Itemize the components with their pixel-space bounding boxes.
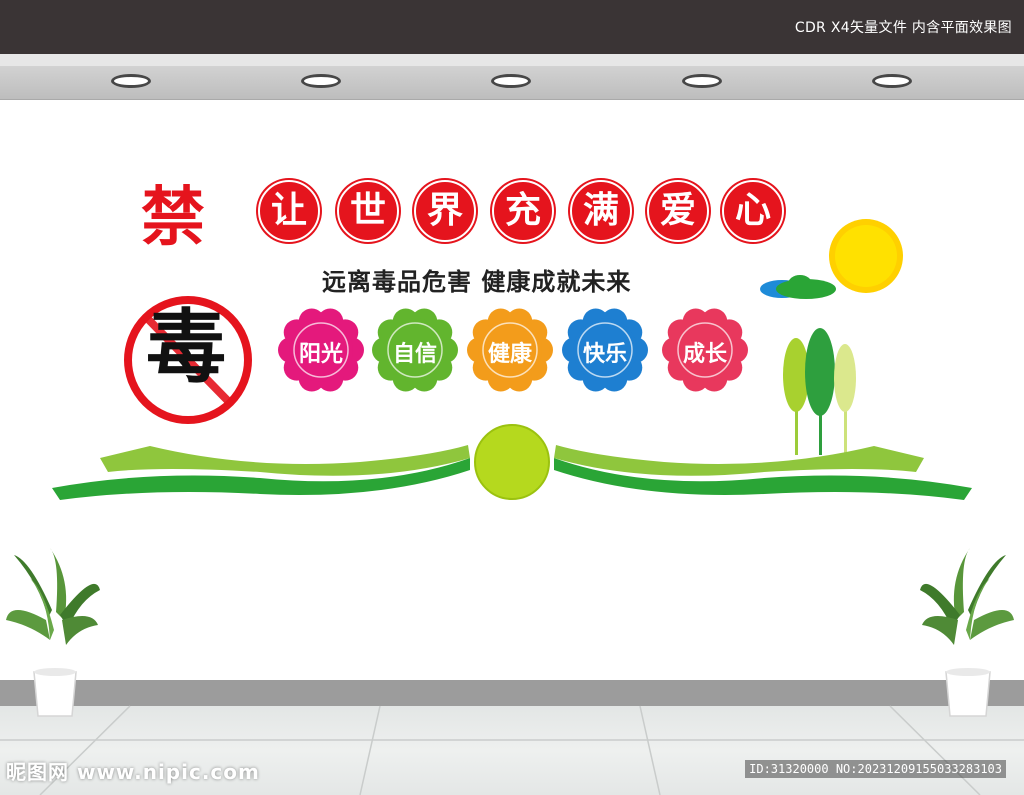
title-char: 让 bbox=[258, 180, 320, 242]
slogan: 远离毒品危害 健康成就未来 bbox=[322, 268, 632, 296]
wall-artwork bbox=[0, 219, 1024, 795]
drug-character: 毒 bbox=[146, 301, 226, 394]
title-char: 世 bbox=[337, 180, 399, 242]
flower-label: 阳光 bbox=[298, 342, 343, 367]
sun-icon bbox=[829, 219, 903, 293]
flower-label: 成长 bbox=[682, 342, 727, 367]
title-char: 界 bbox=[414, 180, 476, 242]
tree-icon bbox=[805, 328, 835, 455]
green-ribbon-left bbox=[52, 445, 470, 500]
green-ribbon-right bbox=[554, 445, 972, 500]
cloud-icon bbox=[760, 275, 836, 299]
flower-label: 快乐 bbox=[582, 342, 627, 367]
title-char: 充 bbox=[492, 180, 554, 242]
flower-label: 健康 bbox=[487, 342, 532, 367]
tree-icon bbox=[783, 338, 809, 455]
title-char: 心 bbox=[722, 180, 784, 242]
title-char: 满 bbox=[570, 180, 632, 242]
watermark-id: ID:31320000 NO:20231209155033283103 bbox=[745, 760, 1006, 778]
forbid-character: 禁 bbox=[141, 181, 205, 255]
potted-plant-right bbox=[920, 548, 1014, 717]
title-char: 爱 bbox=[647, 180, 709, 242]
watermark-site: 昵图网 www.nipic.com bbox=[6, 760, 260, 784]
potted-plant-left bbox=[6, 548, 100, 717]
tree-icon bbox=[834, 344, 856, 455]
flower-label: 自信 bbox=[392, 342, 437, 367]
